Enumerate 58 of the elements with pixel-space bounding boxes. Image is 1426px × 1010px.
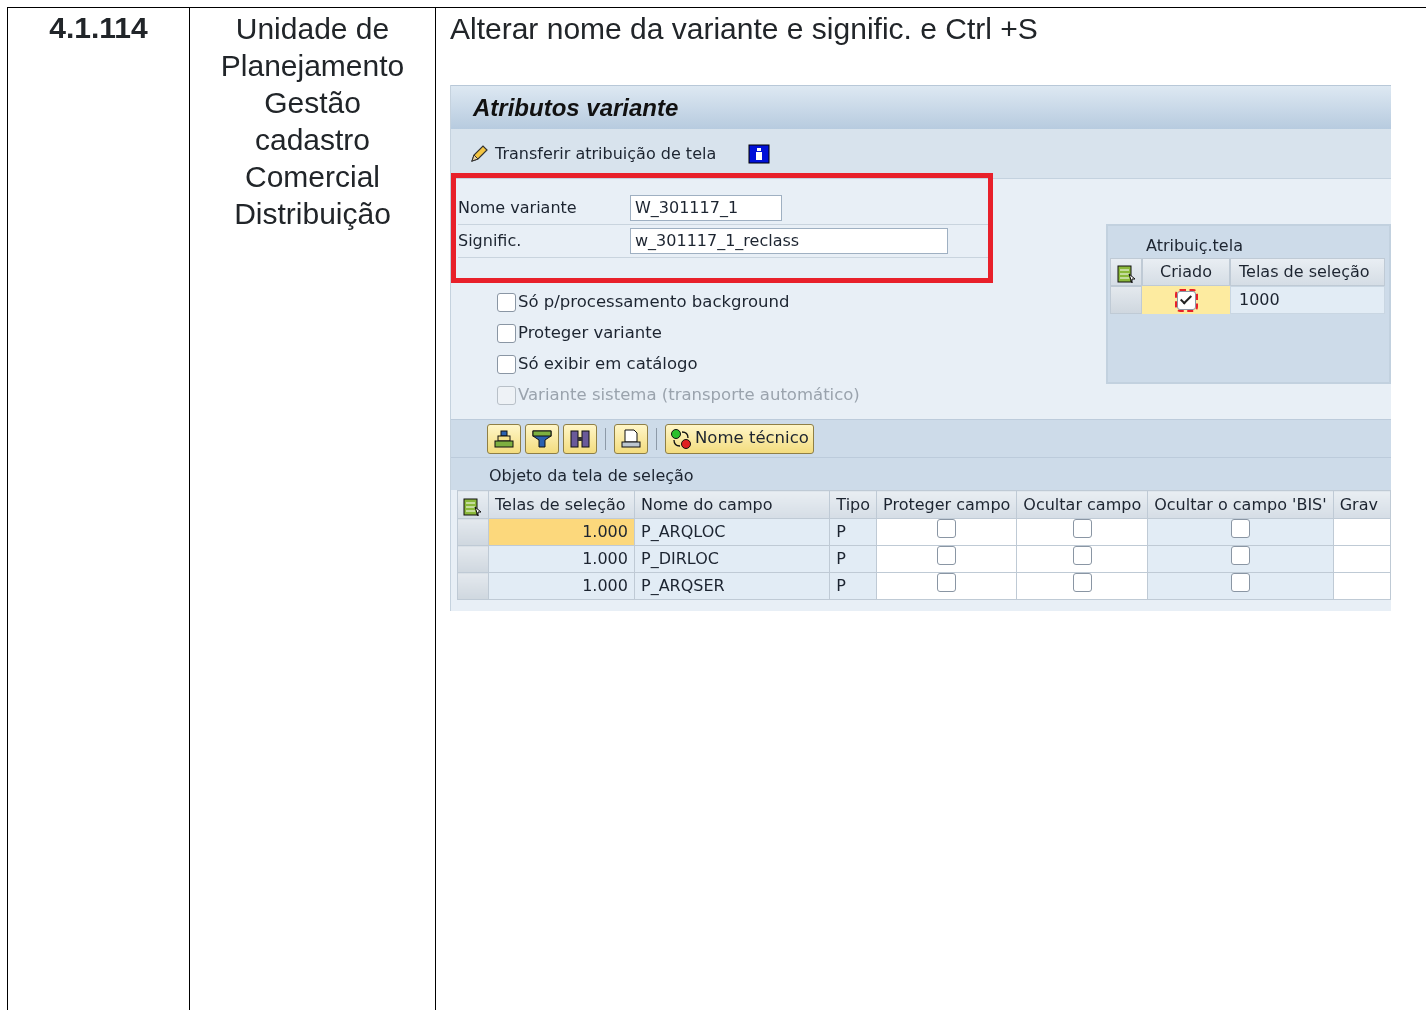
layout-icon[interactable]: [457, 490, 489, 519]
checkbox[interactable]: [497, 293, 516, 312]
instruction-text: Alterar nome da variante e signific. e Ctrl +S: [449, 11, 1039, 47]
field-label: Nome variante: [458, 197, 578, 219]
info-icon[interactable]: [748, 143, 771, 164]
find-button[interactable]: [563, 423, 597, 454]
table-cell: 1.000: [488, 572, 635, 600]
table-cell: 1000: [1230, 286, 1385, 314]
option-label: Só p/processamento background: [518, 291, 790, 314]
transfer-assignment-button[interactable]: Transferir atribuição de tela: [495, 141, 717, 166]
table-cell: P_ARQSER: [634, 572, 830, 600]
checkbox[interactable]: [937, 546, 957, 565]
checkbox[interactable]: [1072, 546, 1092, 565]
technical-name-button[interactable]: Nome técnico: [665, 423, 814, 454]
sort-button[interactable]: [487, 423, 521, 454]
disabled-option-label: Variante sistema (transporte automático): [518, 384, 860, 407]
field-label: Signific.: [458, 230, 523, 252]
option-label: Só exibir em catálogo: [518, 353, 698, 376]
checkbox[interactable]: [1230, 519, 1250, 538]
checkbox[interactable]: [937, 573, 957, 592]
column-header: Criado: [1142, 258, 1230, 286]
column-header: Tipo: [829, 490, 877, 519]
table-cell: P_DIRLOC: [634, 545, 830, 573]
checkbox[interactable]: [937, 519, 957, 538]
step-number: 4.1.114: [48, 10, 149, 45]
layout-icon[interactable]: [1110, 258, 1142, 286]
option-label: Proteger variante: [518, 322, 662, 345]
section-title: Objeto da tela de seleção: [451, 457, 1391, 490]
checkbox[interactable]: [1072, 573, 1092, 592]
column-header: Telas de seleção: [488, 490, 635, 519]
text-field[interactable]: W_301117_1: [630, 195, 782, 221]
funnel-icon: [531, 428, 553, 449]
sort-icon: [493, 428, 515, 449]
pencil-icon[interactable]: [469, 143, 489, 164]
print-button[interactable]: [614, 423, 648, 454]
area-name: Unidade de Planejamento Gestão cadastro Comercial Distribuição: [219, 11, 406, 232]
column-header: Nome do campo: [634, 490, 830, 519]
column-header: Proteger campo: [876, 490, 1017, 519]
panel-title: Atribuiç.tela: [1145, 235, 1244, 257]
swap-icon: [670, 427, 692, 450]
printer-icon: [620, 428, 642, 449]
column-header: Telas de seleção: [1230, 258, 1385, 286]
checkbox[interactable]: [1230, 573, 1250, 592]
checkbox[interactable]: [1230, 546, 1250, 565]
table-cell: 1.000: [488, 545, 635, 573]
column-header: Grav: [1333, 490, 1391, 519]
screen-title: Atributos variante: [451, 85, 1391, 129]
checkbox[interactable]: [1072, 519, 1092, 538]
text-field[interactable]: w_301117_1_reclass: [630, 228, 948, 254]
checkbox[interactable]: [1176, 290, 1196, 310]
checkbox[interactable]: [497, 355, 516, 374]
checkbox[interactable]: [497, 324, 516, 343]
binoculars-icon: [569, 428, 591, 449]
column-header: Ocultar campo: [1016, 490, 1148, 519]
column-header: Ocultar o campo 'BIS': [1147, 490, 1334, 519]
table-cell: 1.000: [488, 518, 635, 546]
table-cell: P_ARQLOC: [634, 518, 830, 546]
filter-button[interactable]: [525, 423, 559, 454]
